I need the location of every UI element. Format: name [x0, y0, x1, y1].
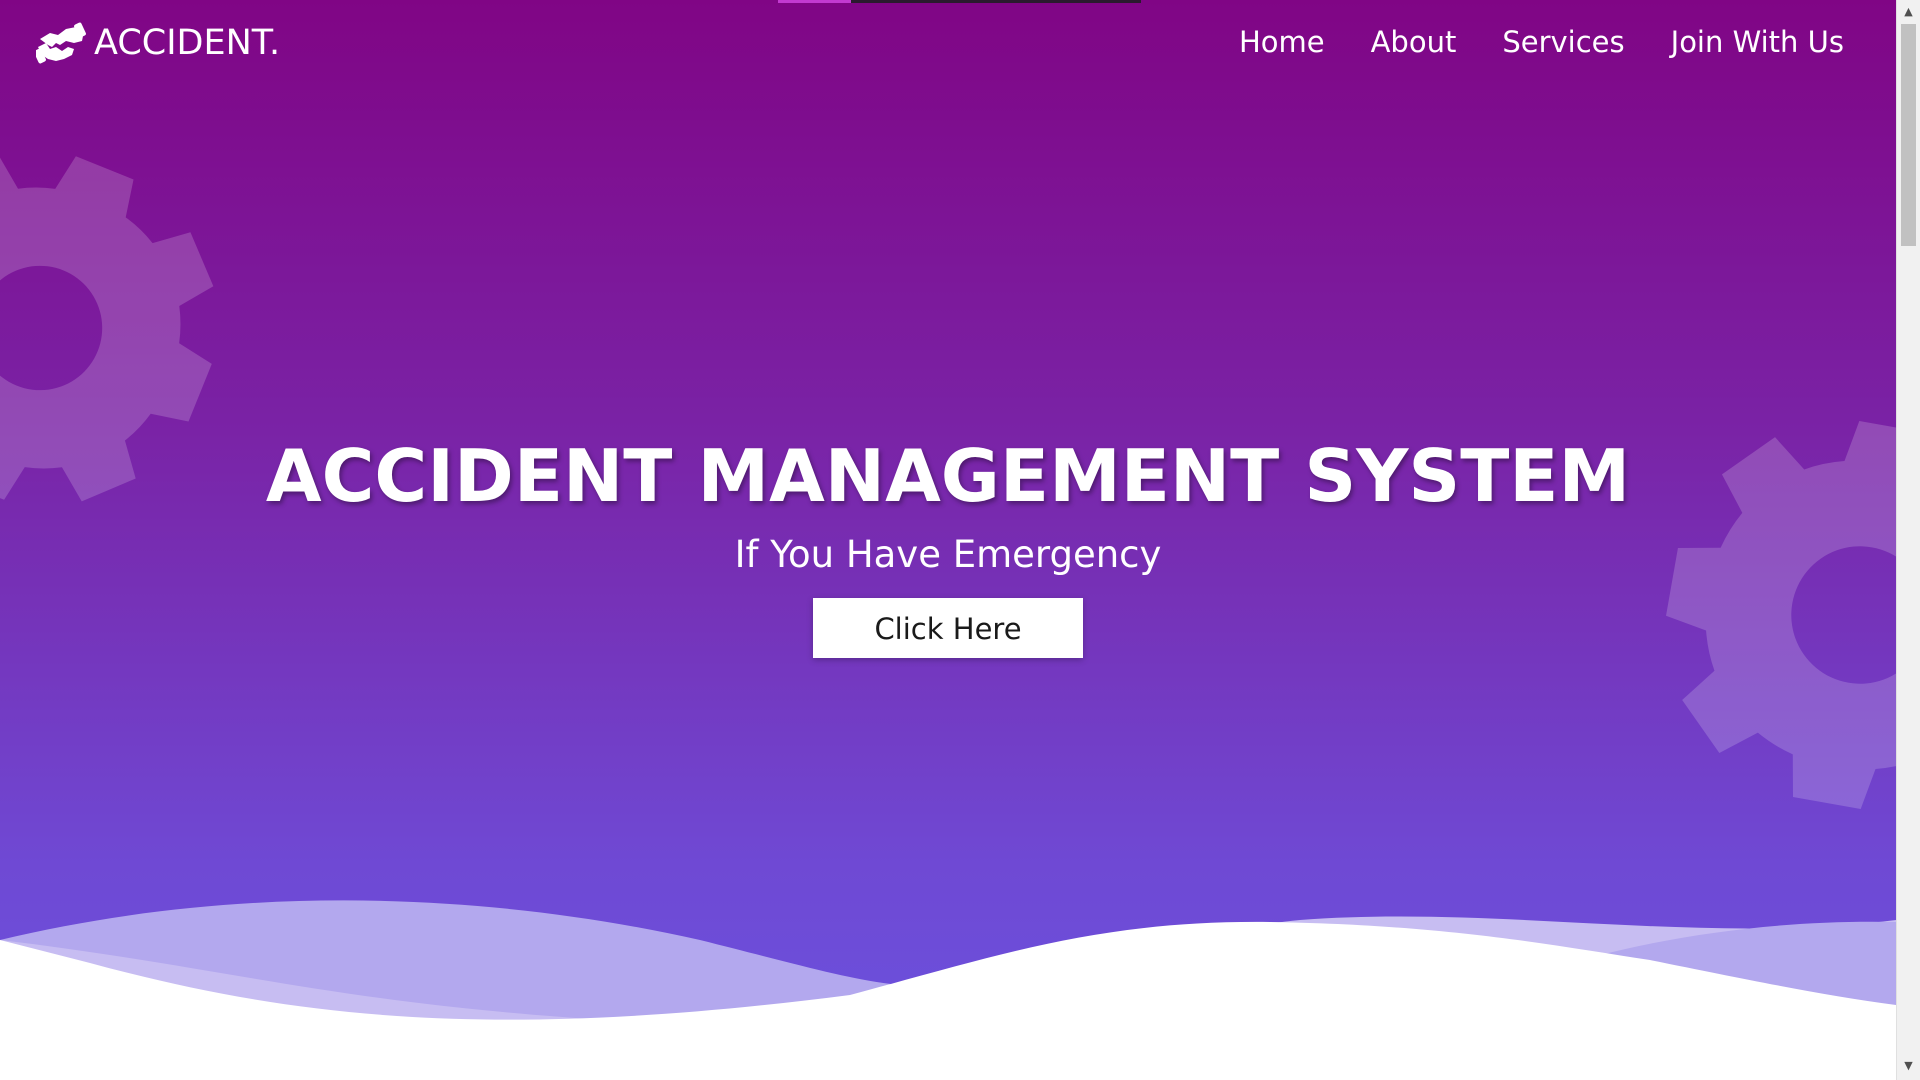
- chevron-up-icon[interactable]: ▲: [1901, 4, 1916, 20]
- brand-link[interactable]: ACCIDENT.: [36, 18, 280, 68]
- click-here-button[interactable]: Click Here: [813, 598, 1083, 658]
- nav-join-with-us[interactable]: Join With Us: [1671, 22, 1844, 62]
- vertical-scrollbar[interactable]: ▲ ▼: [1896, 0, 1920, 1080]
- hero-content: ACCIDENT MANAGEMENT SYSTEM If You Have E…: [0, 426, 1896, 658]
- brand-name: ACCIDENT.: [94, 23, 281, 63]
- browser-viewport: ACCIDENT. Home About Services Join With …: [0, 0, 1896, 1080]
- navbar: ACCIDENT. Home About Services Join With …: [0, 0, 1896, 86]
- chevron-down-icon[interactable]: ▼: [1901, 1058, 1916, 1074]
- wave-decoration: [0, 900, 1896, 1080]
- nav-links: Home About Services Join With Us: [1239, 22, 1844, 62]
- hero-section: ACCIDENT. Home About Services Join With …: [0, 0, 1896, 1080]
- nav-home[interactable]: Home: [1239, 22, 1325, 62]
- hero-subtitle: If You Have Emergency: [734, 533, 1162, 576]
- page: ACCIDENT. Home About Services Join With …: [0, 0, 1920, 1080]
- handshake-icon: [36, 22, 86, 64]
- scrollbar-thumb[interactable]: [1901, 24, 1916, 246]
- nav-about[interactable]: About: [1371, 22, 1457, 62]
- hero-title: ACCIDENT MANAGEMENT SYSTEM: [265, 434, 1631, 518]
- nav-services[interactable]: Services: [1502, 22, 1624, 62]
